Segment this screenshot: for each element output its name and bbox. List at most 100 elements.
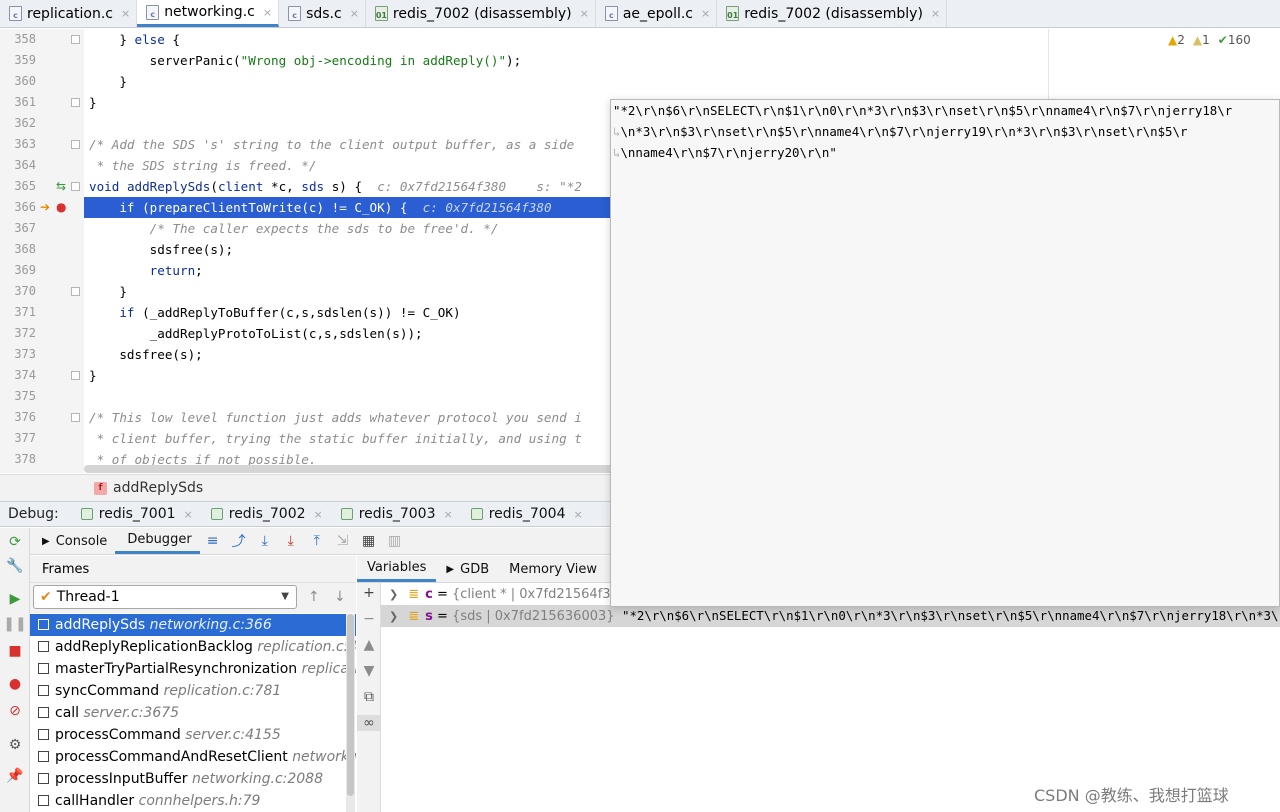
watermark: CSDN @教练、我想打篮球 (1034, 786, 1229, 805)
stack-frame-icon (38, 729, 49, 740)
tab-gdb[interactable]: ▶ GDB (436, 556, 499, 582)
close-icon[interactable]: × (263, 6, 272, 19)
frame-down-icon[interactable]: ↓ (334, 589, 346, 605)
frame-item[interactable]: syncCommand replication.c:781 (30, 680, 356, 702)
thread-name: Thread-1 (56, 589, 120, 605)
fold-marker-icon[interactable] (71, 413, 80, 422)
view-breakpoints-icon[interactable]: ● (0, 673, 30, 695)
close-icon[interactable]: × (580, 7, 589, 20)
close-icon[interactable]: × (314, 508, 323, 521)
inspection-widget[interactable]: ▲2 ▲1 ✔160 (1168, 33, 1251, 47)
editor-tab-2[interactable]: c sds.c × (279, 0, 366, 27)
move-down-icon[interactable]: ▼ (357, 663, 381, 679)
frame-item[interactable]: addReplyReplicationBacklog replication.c… (30, 636, 356, 658)
step-out-icon[interactable]: ⤒ (304, 533, 330, 549)
stack-frame-icon (38, 663, 49, 674)
editor-tab-0[interactable]: c replication.c × (0, 0, 138, 27)
step-into-icon[interactable]: ⤓ (278, 533, 304, 549)
editor-horizontal-scrollbar[interactable] (84, 465, 614, 473)
tab-label: networking.c (164, 4, 255, 20)
editor-tab-1[interactable]: c networking.c × (137, 0, 280, 27)
move-up-icon[interactable]: ▲ (357, 637, 381, 653)
tab-variables[interactable]: Variables (357, 556, 437, 582)
add-watch-icon[interactable]: + (357, 585, 381, 601)
debug-session-redis_7003[interactable]: redis_7003 × (333, 502, 463, 526)
fold-marker-icon[interactable] (71, 35, 80, 44)
expand-chevron-icon[interactable]: ❯ (389, 588, 398, 601)
line-number: 374 (14, 368, 36, 382)
fold-marker-icon[interactable] (71, 182, 80, 191)
ok-count[interactable]: ✔160 (1218, 33, 1251, 47)
value-popup[interactable]: "*2\r\n$6\r\nSELECT\r\n$1\r\n0\r\n*3\r\n… (610, 99, 1280, 607)
tab-label: redis_7002 (disassembly) (392, 5, 572, 22)
columns-icon[interactable]: ▥ (382, 533, 408, 549)
variable-row[interactable]: ❯ ≣ s = {sds | 0x7fd215636003} "*2\r\n$6\r… (381, 605, 1280, 627)
fold-marker-icon[interactable] (71, 140, 80, 149)
close-icon[interactable]: × (573, 508, 582, 521)
recursion-marker-icon[interactable]: ⇆ (56, 176, 66, 197)
frame-item[interactable]: addReplySds networking.c:366 (30, 614, 356, 636)
debug-session-redis_7001[interactable]: redis_7001 × (73, 502, 203, 526)
fold-marker-icon[interactable] (71, 371, 80, 380)
glasses-icon[interactable]: ∞ (357, 715, 381, 731)
frame-item[interactable]: processInputBuffer networking.c:2088 (30, 768, 356, 790)
duplicate-icon[interactable]: ⧉ (357, 689, 381, 705)
frame-item[interactable]: processCommandAndResetClient networkin (30, 746, 356, 768)
thread-row: ✔ Thread-1 ▼ ↑ ↓ (30, 583, 356, 613)
close-icon[interactable]: × (350, 7, 359, 20)
frames-scrollbar-thumb[interactable] (347, 614, 354, 796)
variables-list[interactable]: ❯ ≣ c = {client * | 0x7fd21564f38 ❯ ≣ s = {sd… (381, 583, 1280, 812)
close-icon[interactable]: × (701, 7, 710, 20)
step-over-icon[interactable]: ⤓ (252, 533, 278, 549)
console-icon: ▶ (42, 535, 50, 547)
editor-tab-5[interactable]: 01 redis_7002 (disassembly) × (717, 0, 948, 27)
function-icon: f (94, 481, 107, 495)
tab-label: replication.c (27, 5, 113, 22)
close-icon[interactable]: × (444, 508, 453, 521)
frame-item[interactable]: masterTryPartialResynchronization replic… (30, 658, 356, 680)
line-number: 377 (14, 431, 36, 445)
warnings-count[interactable]: ▲2 (1168, 33, 1185, 47)
thread-dropdown[interactable]: ✔ Thread-1 ▼ (33, 585, 297, 609)
frame-up-icon[interactable]: ↑ (308, 589, 320, 605)
close-icon[interactable]: × (184, 508, 193, 521)
remove-watch-icon[interactable]: − (357, 611, 381, 627)
rerun-icon[interactable]: ⟳ (0, 531, 30, 553)
variable-name: c (425, 587, 433, 602)
frame-function: addReplySds (55, 617, 146, 633)
layout-menu-icon[interactable]: ≡ (200, 533, 226, 549)
frames-header: Frames (30, 556, 356, 583)
debug-session-redis_7004[interactable]: redis_7004 × (463, 502, 593, 526)
close-icon[interactable]: × (931, 7, 940, 20)
resume-icon[interactable]: ▶ (0, 588, 30, 610)
frame-item[interactable]: call server.c:3675 (30, 702, 356, 724)
frame-item[interactable]: callHandler connhelpers.h:79 (30, 790, 356, 812)
tab-console[interactable]: ▶ Console (30, 528, 115, 554)
chevron-down-icon: ▼ (281, 591, 289, 602)
show-execution-point-icon[interactable]: ⤴ (226, 531, 252, 551)
pin-icon[interactable]: 📌 (0, 765, 30, 787)
line-number: 370 (14, 284, 36, 298)
run-to-cursor-icon[interactable]: ⇲ (330, 533, 356, 549)
debug-session-redis_7002[interactable]: redis_7002 × (203, 502, 333, 526)
tab-debugger[interactable]: Debugger (115, 528, 200, 554)
settings-gear-icon[interactable]: ⚙ (0, 734, 30, 756)
wrench-icon[interactable]: 🔧 (0, 555, 30, 577)
mute-breakpoints-icon[interactable]: ⊘ (0, 700, 30, 722)
frame-location: server.c:3675 (83, 705, 180, 721)
editor-tab-3[interactable]: 01 redis_7002 (disassembly) × (366, 0, 596, 27)
breadcrumb-function[interactable]: addReplySds (113, 480, 203, 496)
weak-warnings-count[interactable]: ▲1 (1193, 33, 1210, 47)
breakpoint-icon[interactable]: ● (56, 197, 66, 218)
expand-chevron-icon[interactable]: ❯ (389, 610, 398, 623)
frame-item[interactable]: processCommand server.c:4155 (30, 724, 356, 746)
close-icon[interactable]: × (121, 7, 130, 20)
stop-icon[interactable]: ■ (0, 640, 30, 662)
editor-tab-4[interactable]: c ae_epoll.c × (596, 0, 718, 27)
fold-marker-icon[interactable] (71, 98, 80, 107)
pause-icon[interactable]: ❚❚ (0, 613, 30, 635)
frames-list[interactable]: addReplySds networking.c:366 addReplyRepl… (30, 614, 356, 812)
tab-memory-view[interactable]: Memory View (499, 556, 607, 582)
fold-marker-icon[interactable] (71, 287, 80, 296)
evaluate-table-icon[interactable]: ▦ (356, 533, 382, 549)
